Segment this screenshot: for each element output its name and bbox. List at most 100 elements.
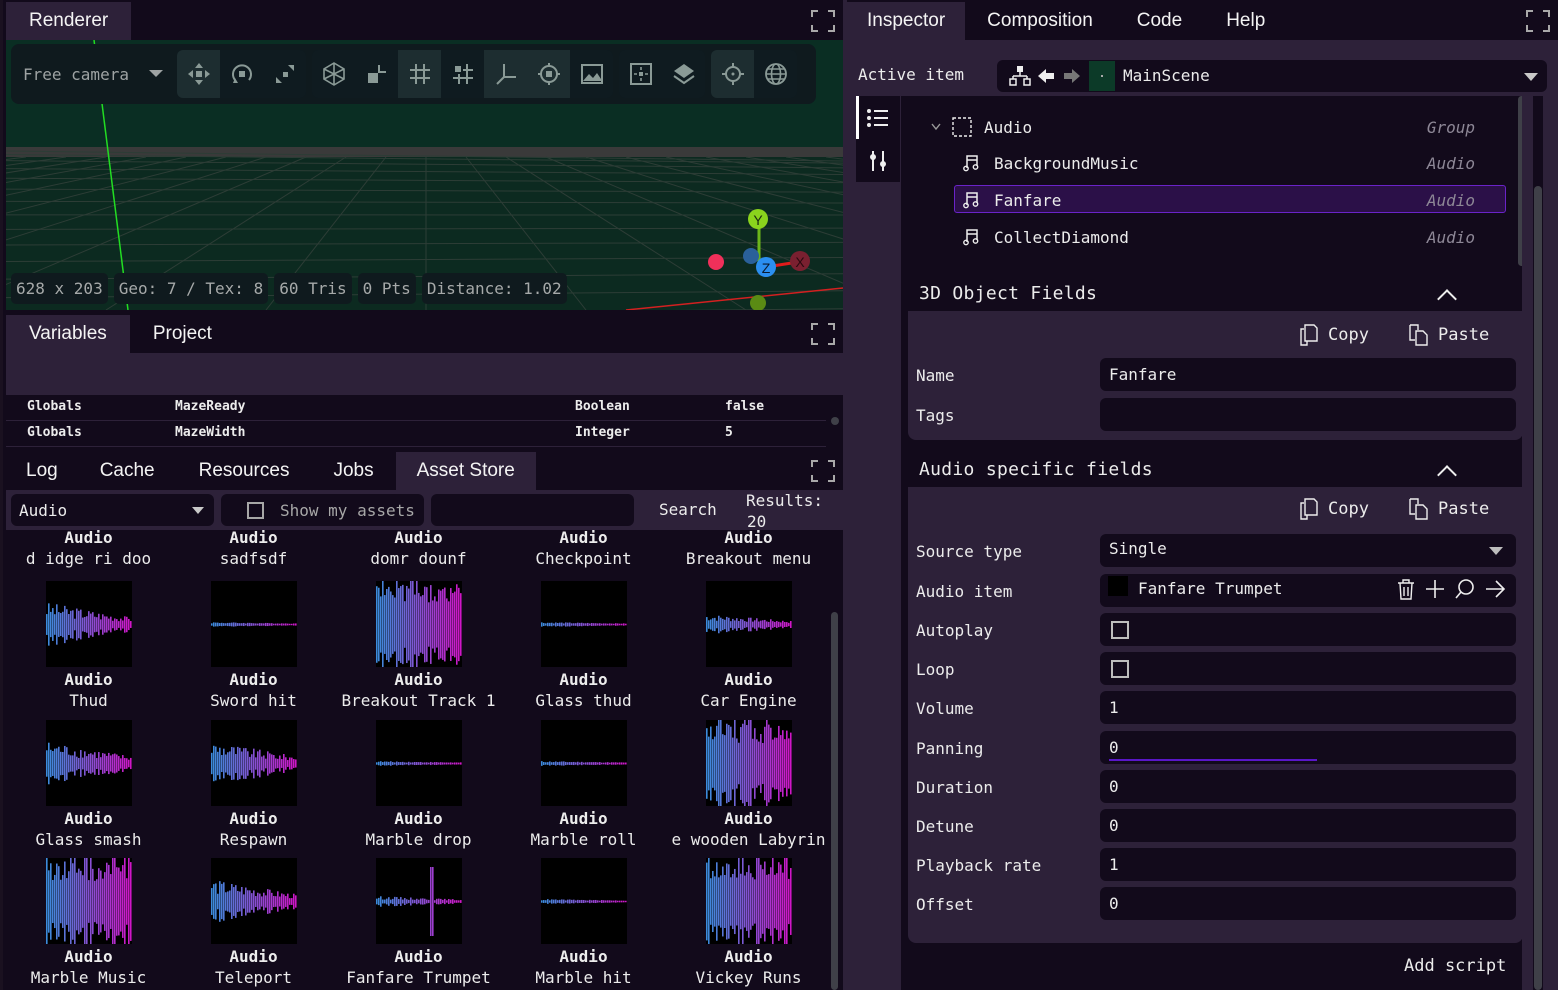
maximize-icon[interactable] [811, 460, 835, 482]
asset-item[interactable]: Audio Sword hit [171, 581, 336, 712]
focus-target-button[interactable] [527, 50, 570, 98]
grid-button[interactable] [398, 50, 441, 98]
tab-composition[interactable]: Composition [965, 2, 1115, 40]
background-image-button[interactable] [570, 50, 613, 98]
tree-item[interactable]: Fanfare Audio [901, 185, 1522, 215]
asset-item[interactable]: Audio Breakout Track 1 [336, 581, 501, 712]
asset-item[interactable]: Audio domr dounf [336, 530, 501, 570]
rotate-tool-button[interactable] [220, 50, 263, 98]
asset-item[interactable]: Audio Fanfare Trumpet [336, 858, 501, 989]
variables-scrollbar[interactable] [831, 417, 839, 425]
tab-project[interactable]: Project [130, 315, 235, 353]
inspector-panel: Audio Group BackgroundMusic Audio Fanfare Aud… [901, 96, 1522, 990]
add-script-button[interactable]: Add script [1404, 956, 1506, 976]
panning-slider[interactable]: 0 [1100, 731, 1516, 764]
asset-item[interactable]: Audio Marble Music [6, 858, 171, 989]
move-tool-button[interactable] [177, 50, 220, 98]
globe-button[interactable] [754, 50, 797, 98]
tree-scrollbar[interactable] [1518, 96, 1522, 266]
playback-rate-input[interactable]: 1 [1100, 848, 1516, 881]
asset-item[interactable]: Audio Checkpoint [501, 530, 666, 570]
offset-input[interactable]: 0 [1100, 887, 1516, 920]
tab-renderer[interactable]: Renderer [6, 2, 132, 40]
trash-icon[interactable] [1396, 578, 1416, 600]
gizmo-neg-x[interactable] [708, 254, 724, 270]
axes-button[interactable] [484, 50, 527, 98]
tab-log[interactable]: Log [6, 452, 78, 490]
snap-grid-button[interactable] [441, 50, 484, 98]
tab-variables[interactable]: Variables [6, 315, 130, 353]
maximize-icon[interactable] [1526, 10, 1550, 32]
chevron-up-icon[interactable] [1437, 465, 1457, 485]
asset-item[interactable]: Audio e wooden Labyrin [666, 720, 829, 851]
asset-item[interactable]: Audio Teleport [171, 858, 336, 989]
tab-code[interactable]: Code [1115, 2, 1204, 40]
paste-button[interactable]: Paste [1408, 324, 1489, 346]
side-tab-properties[interactable] [856, 139, 900, 182]
maximize-icon[interactable] [811, 10, 835, 32]
volume-input[interactable]: 1 [1100, 691, 1516, 724]
duration-input[interactable]: 0 [1100, 770, 1516, 803]
detune-input[interactable]: 0 [1100, 809, 1516, 842]
crosshair-button[interactable] [711, 50, 754, 98]
tab-cache[interactable]: Cache [78, 452, 177, 490]
plus-icon[interactable] [1424, 578, 1446, 600]
loop-checkbox[interactable] [1111, 660, 1129, 678]
active-item-select[interactable]: MainScene [997, 60, 1547, 92]
scale-tool-button[interactable] [263, 50, 306, 98]
variable-row[interactable]: Globals MazeWidth Integer 5 [6, 421, 826, 447]
asset-item[interactable]: Audio Respawn [171, 720, 336, 851]
copy-button[interactable]: Copy [1298, 324, 1369, 346]
camera-mode-select[interactable]: Free camera [17, 50, 177, 98]
asset-grid-scrollbar[interactable] [831, 612, 838, 990]
search-icon[interactable] [1454, 578, 1476, 600]
asset-item[interactable]: Audio Marble roll [501, 720, 666, 851]
back-arrow-icon[interactable] [1037, 68, 1055, 84]
frame-selection-button[interactable] [619, 50, 662, 98]
tags-input[interactable] [1100, 398, 1516, 431]
asset-item[interactable]: Audio Glass smash [6, 720, 171, 851]
paste-button[interactable]: Paste [1408, 498, 1489, 520]
tree-item[interactable]: BackgroundMusic Audio [901, 148, 1522, 178]
tab-resources[interactable]: Resources [177, 452, 312, 490]
asset-search-input[interactable] [431, 494, 634, 526]
forward-arrow-icon[interactable] [1063, 68, 1081, 84]
variable-row[interactable]: Globals MazeReady Boolean false [6, 395, 826, 421]
show-my-assets-toggle[interactable]: Show my assets [221, 494, 424, 526]
tab-jobs[interactable]: Jobs [311, 452, 395, 490]
tree-item[interactable]: Audio Group [901, 112, 1522, 142]
hierarchy-icon[interactable] [1009, 65, 1031, 87]
gizmo-neg-z[interactable] [743, 248, 759, 264]
name-input[interactable]: Fanfare [1100, 358, 1516, 391]
chevron-up-icon[interactable] [1437, 289, 1457, 309]
asset-item[interactable]: Audio Vickey Runs [666, 858, 829, 989]
maximize-icon[interactable] [811, 323, 835, 345]
asset-item[interactable]: Audio sadfsdf [171, 530, 336, 570]
inspector-scrollbar[interactable] [1533, 96, 1543, 990]
chevron-down-icon[interactable] [931, 123, 941, 131]
asset-item[interactable]: Audio Thud [6, 581, 171, 712]
asset-grid: Audio d idge ri doo Audio sadfsdf Audio domr … [6, 530, 829, 990]
asset-item[interactable]: Audio d idge ri doo [6, 530, 171, 570]
asset-item[interactable]: Audio Marble hit [501, 858, 666, 989]
renderer-viewport[interactable]: Y X Z Free camera 628 x 203 Geo: 7 / Tex… [6, 40, 843, 310]
asset-item[interactable]: Audio Glass thud [501, 581, 666, 712]
source-type-select[interactable]: Single [1100, 534, 1516, 567]
tab-help[interactable]: Help [1204, 2, 1287, 40]
side-tab-tree[interactable] [856, 96, 900, 139]
autoplay-checkbox[interactable] [1111, 621, 1129, 639]
asset-item[interactable]: Audio Breakout menu [666, 530, 829, 570]
audio-item-picker[interactable]: Fanfare Trumpet [1100, 574, 1516, 607]
search-button[interactable]: Search [659, 500, 717, 519]
asset-item[interactable]: Audio Marble drop [336, 720, 501, 851]
tab-asset-store[interactable]: Asset Store [395, 452, 536, 490]
asset-category-select[interactable]: Audio [11, 494, 214, 526]
arrow-right-icon[interactable] [1484, 578, 1506, 600]
pivot-button[interactable] [355, 50, 398, 98]
asset-item[interactable]: Audio Car Engine [666, 581, 829, 712]
layers-button[interactable] [662, 50, 705, 98]
copy-button[interactable]: Copy [1298, 498, 1369, 520]
tab-inspector[interactable]: Inspector [847, 2, 966, 40]
tree-item[interactable]: CollectDiamond Audio [901, 222, 1522, 252]
wireframe-button[interactable] [312, 50, 355, 98]
